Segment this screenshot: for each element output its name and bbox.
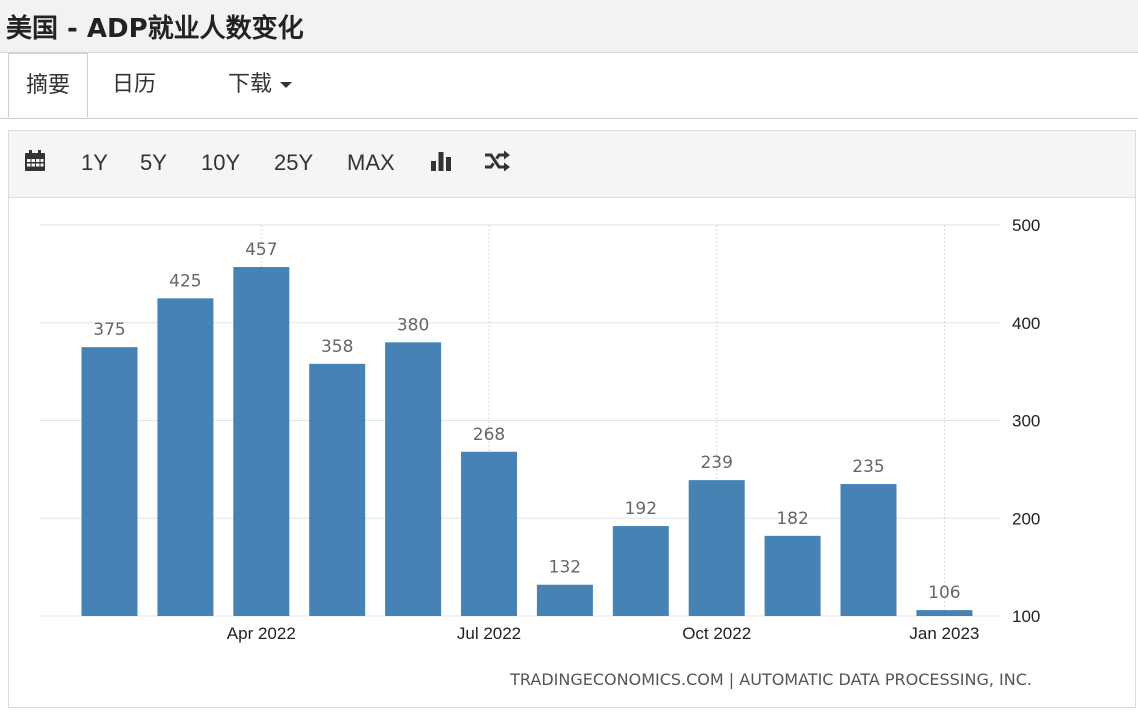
y-tick-label: 300 [1012, 412, 1040, 431]
bar[interactable] [840, 484, 897, 616]
y-tick-label: 200 [1012, 509, 1040, 528]
data-label: 380 [397, 315, 429, 335]
bar[interactable] [309, 363, 366, 616]
x-tick-label: Jul 2022 [457, 624, 521, 643]
data-label: 358 [321, 337, 353, 357]
x-tick-label: Apr 2022 [227, 624, 296, 643]
data-label: 375 [93, 320, 125, 340]
bar[interactable] [385, 342, 442, 616]
x-tick-label: Oct 2022 [682, 624, 751, 643]
bar[interactable] [612, 526, 669, 616]
data-label: 106 [928, 583, 960, 603]
bar[interactable] [688, 480, 745, 616]
bar-chart: 100 200 300 400 500 Apr 2022 Jul 2022 Oct 2022 J… [40, 216, 1040, 689]
data-label: 182 [776, 509, 808, 529]
x-tick-label: Jan 2023 [909, 624, 979, 643]
bar[interactable] [916, 610, 973, 616]
bar[interactable] [764, 535, 821, 616]
y-tick-label: 100 [1012, 607, 1040, 626]
data-label: 235 [852, 457, 884, 477]
bar[interactable] [157, 298, 214, 616]
bar[interactable] [461, 451, 517, 616]
data-label: 268 [473, 425, 505, 445]
source-credit: TRADINGECONOMICS.COM | AUTOMATIC DATA PR… [509, 670, 1032, 689]
data-label: 457 [245, 240, 277, 260]
data-label: 425 [169, 271, 201, 291]
bar[interactable] [536, 584, 593, 616]
data-label: 192 [625, 499, 657, 519]
bar[interactable] [233, 267, 290, 616]
y-tick-label: 400 [1012, 314, 1040, 333]
y-tick-label: 500 [1012, 216, 1040, 235]
data-label: 239 [700, 453, 732, 473]
bar[interactable] [81, 347, 138, 616]
data-label: 132 [549, 558, 581, 578]
